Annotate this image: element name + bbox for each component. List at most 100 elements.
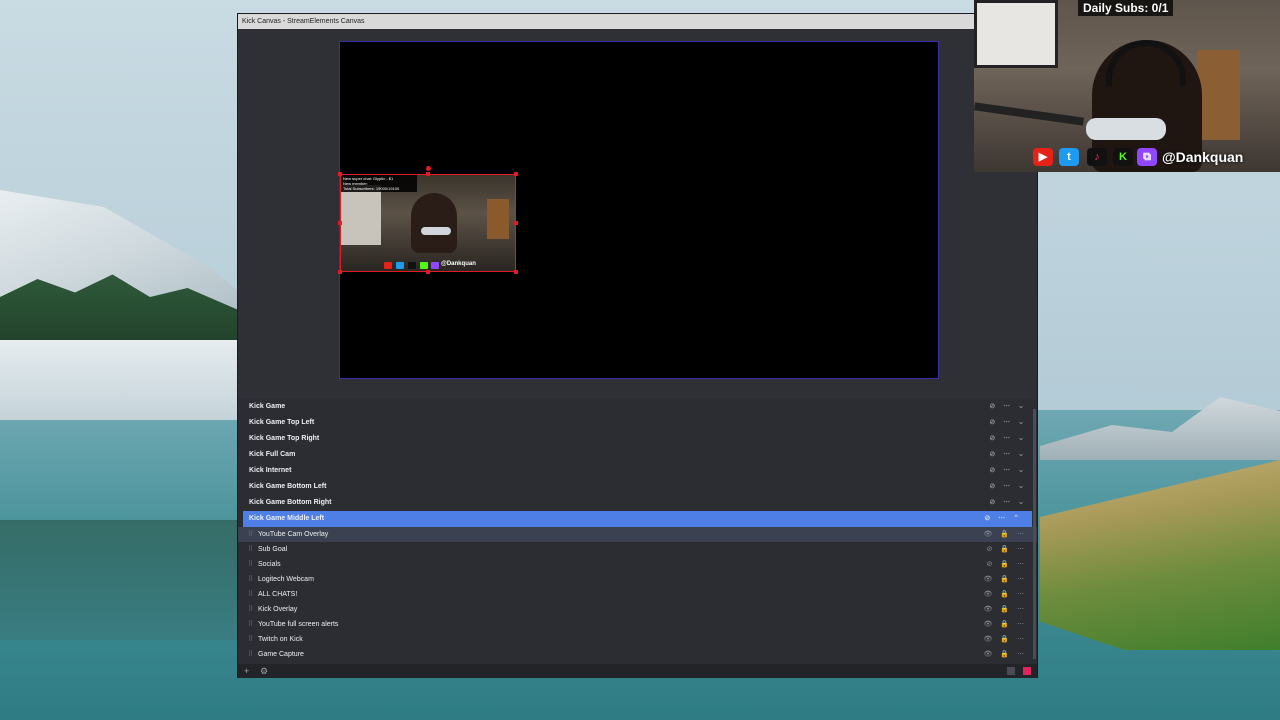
record-button[interactable]: [1023, 667, 1031, 675]
row-controls[interactable]: ⊘ ⋯ ⌄: [989, 415, 1027, 431]
kick-icon: K: [1113, 148, 1133, 166]
resize-handle-right[interactable]: [514, 221, 518, 225]
twitch-icon: ⧉: [1137, 148, 1157, 166]
youtube-icon: ▶: [1033, 148, 1053, 166]
scene-group-label: Kick Full Cam: [249, 451, 296, 458]
gear-icon[interactable]: ⚙: [260, 666, 268, 676]
source-wall-art: [341, 185, 381, 245]
kick-icon: [420, 262, 428, 269]
layer-row[interactable]: ⠿ Twitch on Kick 👁 🔒 ⋯: [238, 632, 1037, 647]
drag-handle-icon[interactable]: ⠿: [248, 617, 253, 632]
drag-handle-icon[interactable]: ⠿: [248, 602, 253, 617]
dresser: [1198, 50, 1240, 140]
scene-group-row[interactable]: Kick Game Bottom Left ⊘ ⋯ ⌄: [238, 479, 1037, 495]
drag-handle-icon[interactable]: ⠿: [248, 527, 253, 542]
layer-list: Kick Game ⊘ ⋯ ⌄ Kick Game Top Left ⊘ ⋯ ⌄ K…: [238, 399, 1037, 664]
row-controls[interactable]: ⊘ ⋯ ⌄: [989, 463, 1027, 479]
wallpaper-snow: [0, 340, 250, 420]
layer-row[interactable]: ⠿ Logitech Webcam 👁 🔒 ⋯: [238, 572, 1037, 587]
layer-label: Kick Overlay: [258, 606, 298, 613]
row-controls[interactable]: ⊘ 🔒 ⋯: [987, 542, 1027, 557]
row-controls[interactable]: ⊘ ⋯ ⌄: [989, 479, 1027, 495]
layer-scrollbar[interactable]: [1033, 409, 1036, 659]
source-info-panel: New super chat: Glyptic - $1 New member:…: [341, 175, 417, 192]
drag-handle-icon[interactable]: ⠿: [248, 557, 253, 572]
wallpaper-reflection: [0, 520, 240, 640]
resize-handle-bottom-left[interactable]: [338, 270, 342, 274]
resize-handle-bottom[interactable]: [426, 270, 430, 274]
bottom-toolbar: + ⚙: [238, 664, 1037, 678]
add-icon[interactable]: +: [244, 666, 249, 676]
layer-label: Game Capture: [258, 651, 304, 658]
layer-row[interactable]: ⠿ Game Capture 👁 🔒 ⋯: [238, 647, 1037, 662]
drag-handle-icon[interactable]: ⠿: [248, 632, 253, 647]
scene-preview[interactable]: New super chat: Glyptic - $1 New member:…: [338, 41, 939, 379]
layer-row[interactable]: ⠿ Kick Overlay 👁 🔒 ⋯: [238, 602, 1037, 617]
scene-group-label: Kick Game Middle Left: [249, 515, 325, 522]
row-controls[interactable]: 👁 🔒 ⋯: [984, 527, 1028, 542]
layer-row[interactable]: ⠿ ALL CHATS! 👁 🔒 ⋯: [238, 587, 1037, 602]
drag-handle-icon[interactable]: ⠿: [248, 572, 253, 587]
resize-handle-top[interactable]: [426, 172, 430, 176]
canvas-area: New super chat: Glyptic - $1 New member:…: [238, 29, 1037, 399]
row-controls[interactable]: 👁 🔒 ⋯: [984, 587, 1028, 602]
mic-arm: [974, 102, 1085, 126]
resize-handle-top-left[interactable]: [338, 172, 342, 176]
twitch-icon: [431, 262, 439, 269]
youtube-icon: [384, 262, 392, 269]
scene-group-row[interactable]: Kick Internet ⊘ ⋯ ⌄: [238, 463, 1037, 479]
drag-handle-icon[interactable]: ⠿: [248, 542, 253, 557]
layer-label: Sub Goal: [258, 546, 288, 553]
row-controls[interactable]: 👁 🔒 ⋯: [984, 647, 1028, 662]
streamer-handle: @Dankquan: [1162, 149, 1244, 165]
scene-group-label: Kick Internet: [249, 467, 292, 474]
source-info-line: Total Subscribers: 19000/19100: [343, 186, 400, 191]
row-controls[interactable]: 👁 🔒 ⋯: [984, 617, 1028, 632]
layer-label: Socials: [258, 561, 281, 568]
source-microphone: [421, 227, 451, 235]
layer-label: YouTube full screen alerts: [258, 621, 339, 628]
twitter-icon: [396, 262, 404, 269]
row-controls[interactable]: ⊘ ⋯ ⌄: [989, 447, 1027, 463]
row-controls[interactable]: 👁 🔒 ⋯: [984, 602, 1028, 617]
resize-handle-bottom-right[interactable]: [514, 270, 518, 274]
daily-subs-counter: Daily Subs: 0/1: [1078, 0, 1174, 16]
layer-row[interactable]: ⠿ YouTube Cam Overlay 👁 🔒 ⋯: [238, 527, 1037, 542]
scene-group-label: Kick Game Bottom Left: [249, 483, 327, 490]
scene-group-label: Kick Game Top Right: [249, 435, 320, 442]
layer-label: ALL CHATS!: [258, 591, 298, 598]
source-person: [411, 193, 457, 253]
twitter-icon: t: [1059, 148, 1079, 166]
scene-group-label: Kick Game Top Left: [249, 419, 315, 426]
row-controls[interactable]: 👁 🔒 ⋯: [984, 572, 1028, 587]
layer-label: Logitech Webcam: [258, 576, 314, 583]
canvas-window: Kick Canvas - StreamElements Canvas New …: [237, 13, 1038, 678]
row-controls[interactable]: ⊘ ⋯ ⌃: [984, 511, 1022, 527]
row-controls[interactable]: 👁 🔒 ⋯: [984, 632, 1028, 647]
row-controls[interactable]: ⊘ 🔒 ⋯: [987, 557, 1027, 572]
microphone: [1086, 118, 1166, 140]
layer-row[interactable]: ⠿ YouTube full screen alerts 👁 🔒 ⋯: [238, 617, 1037, 632]
webcam-overlay: [974, 0, 1280, 172]
scene-group-row[interactable]: Kick Game Top Left ⊘ ⋯ ⌄: [238, 415, 1037, 431]
tiktok-icon: [408, 262, 416, 269]
rotate-handle[interactable]: [426, 166, 431, 171]
scene-group-row[interactable]: Kick Game Top Right ⊘ ⋯ ⌄: [238, 431, 1037, 447]
layer-row[interactable]: ⠿ Sub Goal ⊘ 🔒 ⋯: [238, 542, 1037, 557]
drag-handle-icon[interactable]: ⠿: [248, 647, 253, 662]
scene-group-row[interactable]: Kick Game Bottom Right ⊘ ⋯ ⌄: [238, 495, 1037, 511]
row-controls[interactable]: ⊘ ⋯ ⌄: [989, 495, 1027, 511]
window-title[interactable]: Kick Canvas - StreamElements Canvas: [238, 14, 1037, 29]
drag-handle-icon[interactable]: ⠿: [248, 587, 253, 602]
layer-row[interactable]: ⠿ Socials ⊘ 🔒 ⋯: [238, 557, 1037, 572]
resize-handle-top-right[interactable]: [514, 172, 518, 176]
stop-icon[interactable]: [1007, 667, 1015, 675]
selected-source-box[interactable]: New super chat: Glyptic - $1 New member:…: [340, 174, 516, 272]
scene-group-row[interactable]: Kick Full Cam ⊘ ⋯ ⌄: [238, 447, 1037, 463]
resize-handle-left[interactable]: [338, 221, 342, 225]
row-controls[interactable]: ⊘ ⋯ ⌄: [989, 431, 1027, 447]
row-controls[interactable]: ⊘ ⋯ ⌄: [989, 399, 1027, 415]
scene-group-row-selected[interactable]: Kick Game Middle Left ⊘ ⋯ ⌃: [243, 511, 1032, 527]
layer-label: YouTube Cam Overlay: [258, 531, 329, 538]
scene-group-row[interactable]: Kick Game ⊘ ⋯ ⌄: [238, 399, 1037, 415]
